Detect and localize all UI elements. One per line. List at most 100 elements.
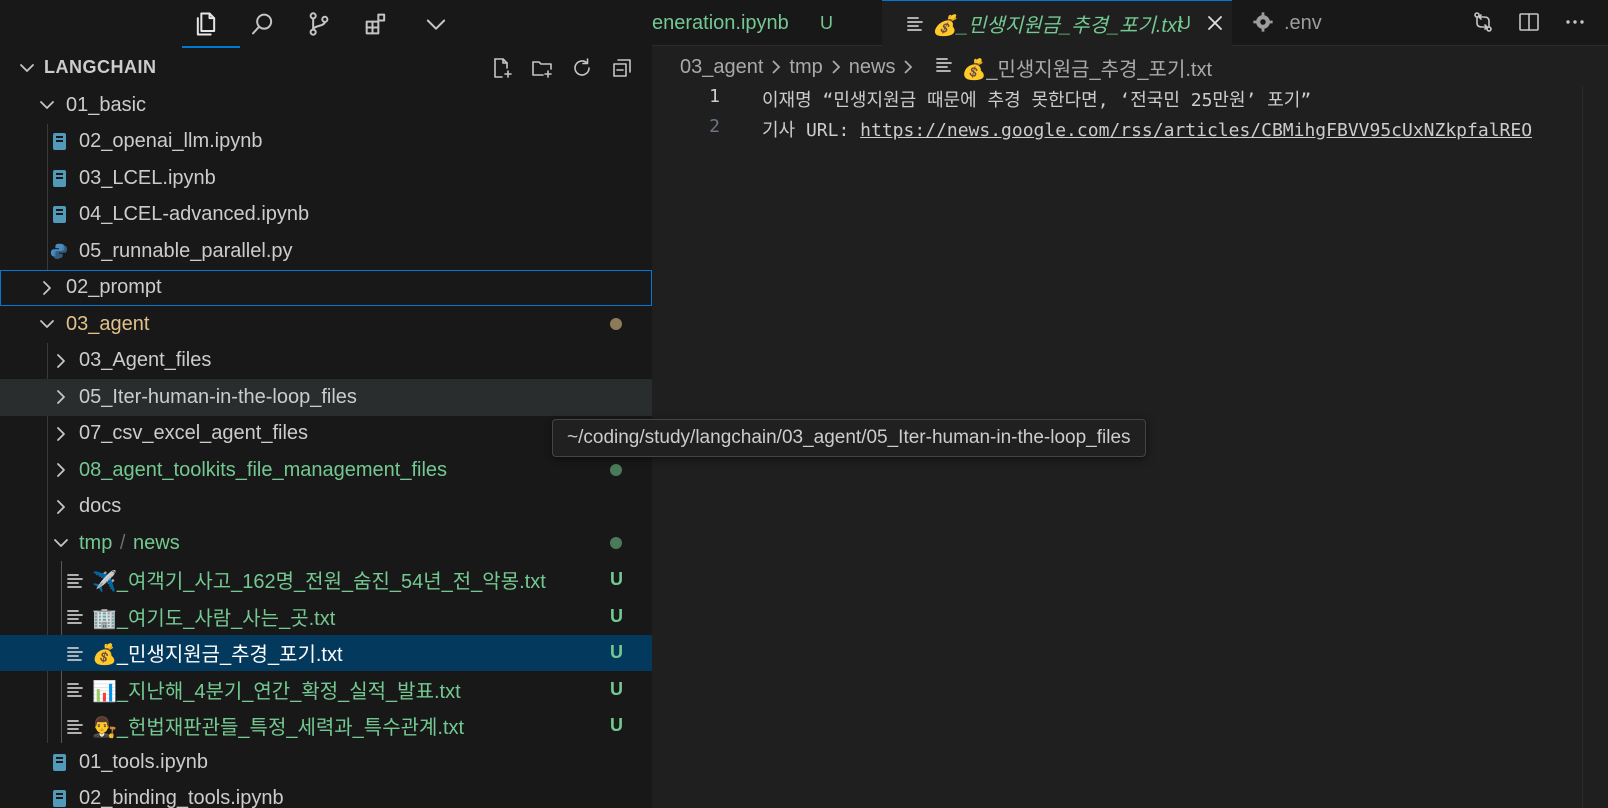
folder-03-agent[interactable]: 03_agent (0, 306, 652, 343)
file-news-2[interactable]: 🏢_여기도_사람_사는_곳.txt U (0, 598, 652, 635)
path-tooltip: ~/coding/study/langchain/03_agent/05_Ite… (552, 419, 1146, 457)
tab-active-file[interactable]: 💰_민생지원금_추경_포기.txt U (882, 0, 1232, 46)
more-actions-button[interactable] (1560, 7, 1590, 37)
folder-label: 02_prompt (66, 276, 162, 299)
chevron-right-icon (51, 460, 71, 480)
close-icon[interactable] (1204, 12, 1226, 34)
untracked-dot (610, 537, 622, 550)
sidebar-view-switcher (0, 0, 652, 46)
source-control-view-button[interactable] (299, 4, 339, 44)
breadcrumb-item[interactable]: tmp (789, 56, 822, 79)
file-01-tools[interactable]: 01_tools.ipynb (0, 744, 652, 781)
untracked-badge: U (610, 678, 623, 699)
notebook-icon (50, 205, 68, 225)
text-file-icon (906, 14, 924, 38)
folder-02-prompt[interactable]: 02_prompt (0, 269, 652, 306)
chevron-right-icon (51, 387, 71, 407)
chevron-right-icon (51, 424, 71, 444)
file-02-openai-llm[interactable]: 02_openai_llm.ipynb (0, 124, 652, 161)
file-news-4[interactable]: 📊_지난해_4분기_연간_확정_실적_발표.txt U (0, 671, 652, 708)
search-icon (252, 13, 273, 35)
folder-label: 07_csv_excel_agent_files (79, 422, 309, 445)
explorer-view-button[interactable] (186, 4, 226, 44)
folder-label: tmp / news (79, 532, 180, 555)
untracked-badge: U (610, 642, 623, 663)
python-icon (50, 241, 68, 261)
untracked-badge: U (610, 715, 623, 736)
folder-01-basic[interactable]: 01_basic (0, 87, 652, 124)
article-url-link[interactable]: https://news.google.com/rss/articles/CBM… (860, 120, 1532, 141)
line-prefix: 기사 URL: (762, 120, 861, 141)
text-file-icon (935, 55, 953, 79)
split-editor-button[interactable] (1514, 7, 1544, 37)
folder-tmp-news[interactable]: tmp / news (0, 525, 652, 562)
folder-part-tmp[interactable]: tmp (79, 532, 112, 554)
collapse-all-icon (613, 59, 631, 77)
folder-docs[interactable]: docs (0, 489, 652, 526)
extensions-view-button[interactable] (356, 4, 396, 44)
file-label: 📊_지난해_4분기_연간_확정_실적_발표.txt (92, 680, 461, 703)
file-label: 04_LCEL-advanced.ipynb (79, 203, 310, 226)
more-views-button[interactable] (416, 4, 456, 44)
files-icon (196, 12, 216, 36)
new-folder-icon (532, 61, 552, 78)
untracked-badge: U (1178, 13, 1191, 33)
file-label: 05_runnable_parallel.py (79, 239, 293, 262)
file-04-lcel-advanced[interactable]: 04_LCEL-advanced.ipynb (0, 197, 652, 234)
file-02-binding-tools[interactable]: 02_binding_tools.ipynb (0, 781, 652, 808)
search-view-button[interactable] (243, 4, 283, 44)
file-03-lcel[interactable]: 03_LCEL.ipynb (0, 160, 652, 197)
chevron-down-icon (51, 533, 71, 553)
untracked-badge: U (610, 605, 623, 626)
compare-changes-icon (1474, 12, 1492, 32)
chevron-down-icon (37, 314, 57, 334)
breadcrumb-item[interactable]: 03_agent (680, 56, 763, 79)
tab-env[interactable]: .env (1232, 0, 1382, 46)
collapse-all-button[interactable] (608, 54, 636, 82)
explorer-header[interactable]: LANGCHAIN (0, 54, 652, 82)
file-news-1[interactable]: ✈️_여객기_사고_162명_전원_숨진_54년_전_악몽.txt U (0, 562, 652, 599)
notebook-icon (50, 132, 68, 152)
untracked-dot (610, 464, 622, 477)
new-file-icon (494, 58, 512, 78)
file-news-5[interactable]: 👨‍⚖️_헌법재판관들_특정_세력과_특수관계.txt U (0, 708, 652, 745)
open-changes-button[interactable] (1468, 7, 1498, 37)
editor-scrollbar[interactable] (1582, 86, 1608, 808)
folder-part-news[interactable]: news (133, 532, 180, 554)
source-control-icon (309, 12, 329, 36)
file-label: 💰_민생지원금_추경_포기.txt (92, 644, 343, 667)
text-file-icon (66, 716, 84, 736)
sidebar: LANGCHAIN 01_basic 02_openai_llm.ipynb 0… (0, 0, 652, 808)
breadcrumb-file[interactable]: 💰_민생지원금_추경_포기.txt (935, 53, 1212, 82)
folder-label: docs (79, 495, 122, 518)
chevron-down-icon (426, 19, 446, 30)
line-number: 2 (709, 116, 720, 137)
split-editor-icon (1519, 13, 1539, 31)
notebook-icon (50, 789, 68, 808)
breadcrumb-file-label: 💰_민생지원금_추경_포기.txt (961, 58, 1213, 81)
chevron-right-icon (37, 278, 57, 298)
file-label: 01_tools.ipynb (79, 750, 208, 773)
tab-label: .env (1284, 11, 1322, 34)
new-file-button[interactable] (488, 54, 516, 82)
refresh-button[interactable] (568, 54, 596, 82)
folder-05-iter-human-in-the-loop-files[interactable]: 05_Iter-human-in-the-loop_files (0, 379, 652, 416)
tab-label: eneration.ipynb (652, 11, 789, 34)
breadcrumb-item[interactable]: news (849, 56, 896, 79)
code-line[interactable]: 1 이재명 “민생지원금 때문에 추경 못한다면, ‘전국민 25만원’ 포기” (652, 86, 1608, 116)
chevron-down-icon (17, 58, 37, 78)
tab-generation-ipynb[interactable]: eneration.ipynb U (652, 0, 882, 46)
folder-08-agent-toolkits-file-management-files[interactable]: 08_agent_toolkits_file_management_files (0, 452, 652, 489)
file-label: 👨‍⚖️_헌법재판관들_특정_세력과_특수관계.txt (92, 717, 465, 740)
chevron-right-icon (827, 58, 845, 76)
file-label: 03_LCEL.ipynb (79, 166, 216, 189)
gear-icon (1252, 11, 1274, 39)
file-05-runnable-parallel[interactable]: 05_runnable_parallel.py (0, 233, 652, 270)
file-label: 02_openai_llm.ipynb (79, 130, 263, 153)
folder-label: 05_Iter-human-in-the-loop_files (79, 385, 357, 408)
file-news-3-selected[interactable]: 💰_민생지원금_추경_포기.txt U (0, 634, 652, 671)
code-line[interactable]: 2 기사 URL: https://news.google.com/rss/ar… (652, 116, 1608, 146)
new-folder-button[interactable] (528, 54, 556, 82)
folder-03-agent-files[interactable]: 03_Agent_files (0, 343, 652, 380)
chevron-right-icon (767, 58, 785, 76)
